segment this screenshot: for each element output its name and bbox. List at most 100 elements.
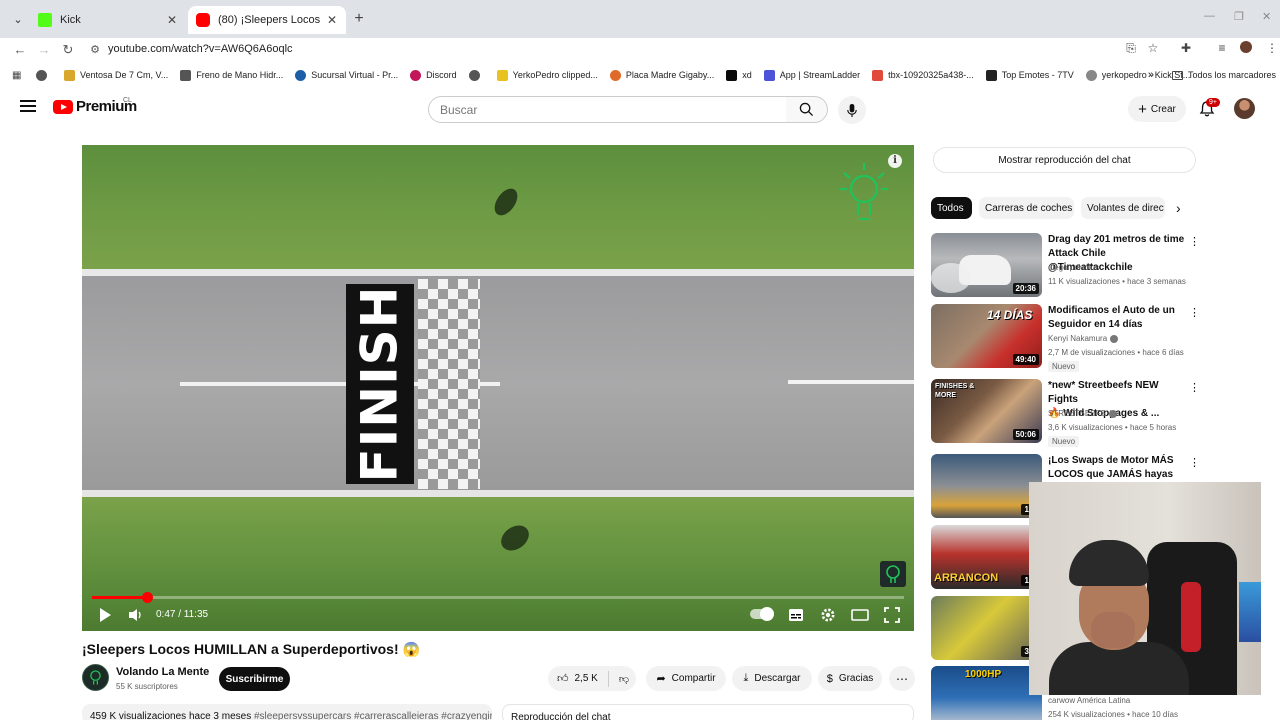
tab-youtube[interactable]: (80) ¡Sleepers Locos HUMILLAN ✕: [188, 6, 346, 34]
scrubber-handle[interactable]: [142, 592, 154, 603]
recommendation-channel[interactable]: carwow América Latina: [1048, 696, 1130, 705]
more-vertical-icon[interactable]: ⋮: [1189, 456, 1200, 469]
minimize-icon[interactable]: —: [1204, 10, 1215, 22]
autoplay-toggle[interactable]: [750, 607, 774, 621]
subtitles-icon[interactable]: [788, 608, 804, 622]
bookmark-favicon-icon: [180, 69, 192, 81]
bookmark-star-icon[interactable]: ☆: [1145, 41, 1161, 55]
more-vertical-icon[interactable]: ⋮: [1189, 381, 1200, 394]
thumbnail-text: 1000HP: [965, 669, 1002, 680]
bookmark-item[interactable]: Placa Madre Gigaby...: [609, 69, 714, 81]
share-button[interactable]: ➦ Compartir: [646, 666, 726, 691]
new-badge: Nuevo: [1048, 361, 1080, 372]
close-window-icon[interactable]: ✕: [1262, 10, 1271, 23]
site-info-icon[interactable]: ⚙: [86, 43, 104, 56]
channel-avatar[interactable]: [82, 664, 109, 691]
bookmark-globe[interactable]: [468, 69, 485, 81]
channel-name[interactable]: Volando La Mente: [116, 666, 209, 678]
bookmark-item[interactable]: Discord: [410, 69, 457, 81]
new-tab-button[interactable]: +: [350, 10, 368, 28]
subscribe-button[interactable]: Suscribirme: [219, 667, 290, 691]
close-tab-icon[interactable]: ✕: [324, 13, 340, 27]
thumbs-down-icon[interactable]: 👎︎: [619, 673, 629, 685]
more-vertical-icon[interactable]: ⋮: [1189, 235, 1200, 248]
recommendation-channel[interactable]: diego palacios: [1048, 263, 1099, 272]
thanks-dollar-icon: $: [826, 672, 833, 685]
recommendation-item[interactable]: 20:36 Drag day 201 metros de time Attack …: [931, 233, 1201, 299]
settings-gear-icon[interactable]: [820, 607, 836, 623]
progress-bar[interactable]: [92, 592, 904, 603]
browser-menu-icon[interactable]: ⋮: [1264, 41, 1280, 55]
show-chat-replay-button[interactable]: Mostrar reproducción del chat: [933, 147, 1196, 173]
title-line: Modificamos el Auto de un: [1048, 305, 1175, 316]
recommendation-channel[interactable]: Kenyi Nakamura: [1048, 334, 1119, 343]
menu-icon[interactable]: [20, 100, 36, 112]
bookmark-item[interactable]: xd: [726, 69, 752, 81]
bookmark-item[interactable]: Top Emotes - 7TV: [985, 69, 1074, 81]
search-input[interactable]: [440, 102, 786, 117]
bookmark-item[interactable]: YerkoPedro clipped...: [496, 69, 598, 81]
chat-replay-panel[interactable]: Reproducción del chat: [502, 704, 914, 720]
bookmark-item[interactable]: tbx-10920325a438-...: [872, 69, 974, 81]
description-box[interactable]: 459 K visualizaciones hace 3 meses #slee…: [82, 704, 492, 720]
voice-search-button[interactable]: [838, 96, 866, 124]
video-thumbnail[interactable]: 13:: [931, 454, 1042, 518]
back-icon[interactable]: ←: [11, 42, 29, 57]
more-vertical-icon[interactable]: ⋮: [1189, 306, 1200, 319]
play-icon[interactable]: [98, 607, 112, 623]
bookmark-item[interactable]: App | StreamLadder: [763, 69, 860, 81]
account-avatar[interactable]: [1234, 98, 1255, 119]
streamer-webcam-overlay: [1029, 482, 1261, 695]
title-line: *new* Streetbeefs NEW Fights: [1048, 380, 1159, 405]
bookmark-item[interactable]: Sucursal Virtual - Pr...: [295, 69, 398, 81]
create-label: Crear: [1150, 103, 1176, 115]
video-thumbnail[interactable]: 1000HP: [931, 666, 1042, 720]
video-thumbnail[interactable]: 20:36: [931, 233, 1042, 297]
all-bookmarks[interactable]: » Todos los marcadores: [1148, 69, 1276, 81]
chip-all[interactable]: Todos: [931, 197, 972, 219]
channel-watermark-icon[interactable]: [880, 561, 906, 587]
bookmark-item[interactable]: Ventosa De 7 Cm, V...: [64, 69, 168, 81]
video-thumbnail[interactable]: 34:: [931, 596, 1042, 660]
bookmark-favicon-icon: [64, 69, 75, 81]
bookmark-globe[interactable]: [36, 69, 52, 81]
install-app-icon[interactable]: ⎘: [1123, 41, 1139, 56]
more-bookmarks-icon[interactable]: »: [1148, 69, 1154, 81]
chips-next-icon[interactable]: ›: [1176, 200, 1181, 216]
create-button[interactable]: + Crear: [1128, 96, 1186, 122]
forward-icon[interactable]: →: [35, 42, 53, 57]
reload-icon[interactable]: ↻: [59, 42, 77, 58]
close-tab-icon[interactable]: ✕: [164, 13, 180, 27]
theater-mode-icon[interactable]: [851, 608, 869, 622]
address-bar[interactable]: ⚙ youtube.com/watch?v=AW6Q6A6oqlc: [86, 39, 1168, 59]
apps-grid-icon[interactable]: ▦: [12, 70, 24, 81]
video-thumbnail[interactable]: FINISHES & MORE 50:06: [931, 379, 1042, 443]
video-player[interactable]: FINISH i 0:47 / 11:35: [82, 145, 914, 631]
bookmark-item[interactable]: Freno de Mano Hidr...: [180, 69, 283, 81]
chip-steering-wheels[interactable]: Volantes de direc: [1081, 197, 1165, 219]
search-button[interactable]: [786, 96, 828, 123]
fullscreen-icon[interactable]: [884, 607, 900, 623]
extensions-icon[interactable]: ✚: [1178, 41, 1194, 55]
lane-marking: [788, 380, 914, 384]
finish-text: FINISH: [351, 285, 410, 483]
recommendation-channel[interactable]: STREETBEEFS: [1048, 409, 1117, 418]
tab-kick[interactable]: Kick ✕: [30, 6, 186, 34]
recommendation-item[interactable]: FINISHES & MORE 50:06 *new* Streetbeefs …: [931, 379, 1201, 449]
volume-icon[interactable]: [128, 608, 144, 622]
thanks-label: Gracias: [838, 673, 874, 684]
video-thumbnail[interactable]: 14 DÍAS 49:40: [931, 304, 1042, 368]
video-thumbnail[interactable]: ARRANCON 18:: [931, 525, 1042, 589]
tab-search-icon[interactable]: ⌄: [8, 10, 28, 30]
download-button[interactable]: ⤓ Descargar: [732, 666, 812, 691]
restore-icon[interactable]: ❐: [1234, 10, 1244, 23]
more-actions-button[interactable]: ⋯: [889, 666, 915, 691]
media-control-icon[interactable]: ≡: [1214, 41, 1230, 55]
recommendation-item[interactable]: 14 DÍAS 49:40 Modificamos el Auto de un S…: [931, 304, 1201, 374]
info-icon[interactable]: i: [888, 154, 902, 168]
thanks-button[interactable]: $ Gracias: [818, 666, 882, 691]
bookmark-label: tbx-10920325a438-...: [888, 70, 974, 80]
chip-car-racing[interactable]: Carreras de coches: [979, 197, 1074, 219]
profile-icon[interactable]: [1238, 41, 1254, 56]
like-button[interactable]: 👍︎ 2,5 K: [557, 672, 598, 685]
